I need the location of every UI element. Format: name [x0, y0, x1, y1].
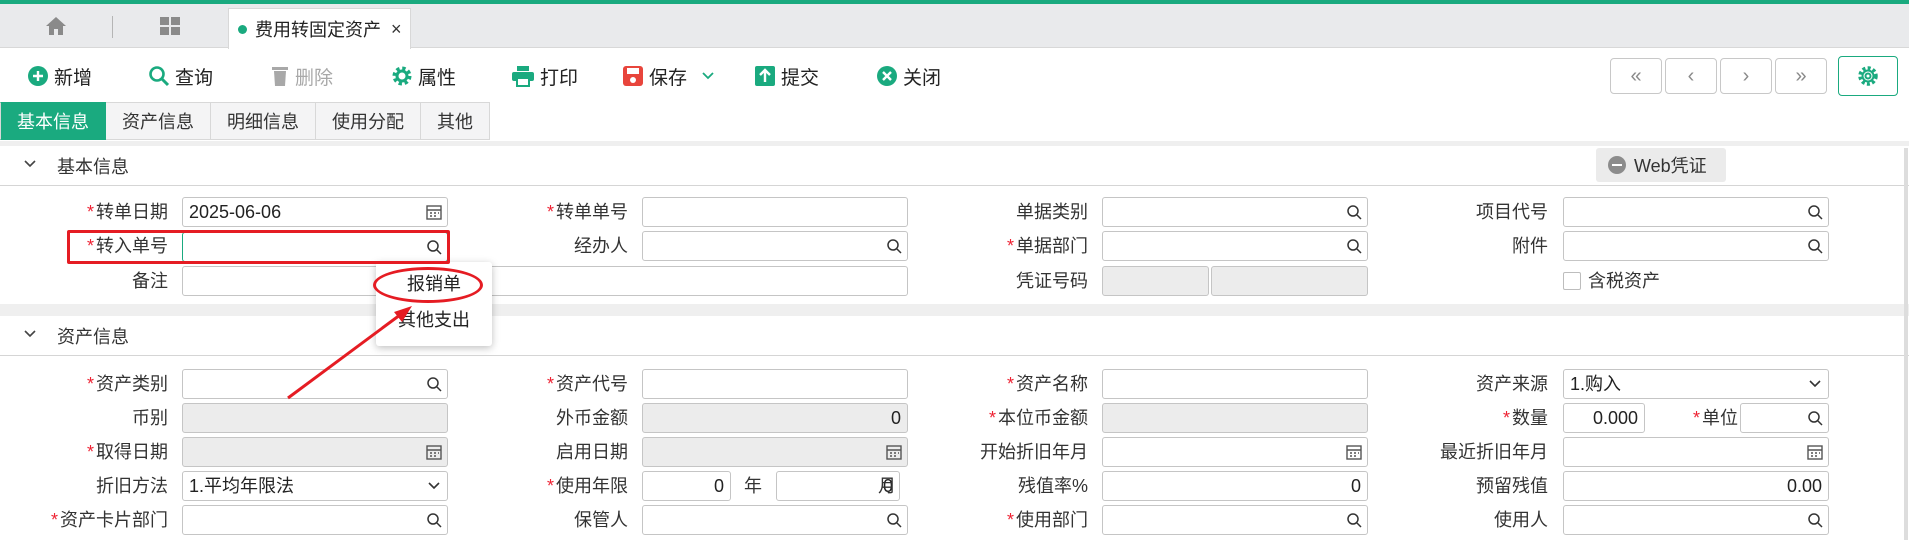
annotation-arrow	[287, 306, 412, 400]
